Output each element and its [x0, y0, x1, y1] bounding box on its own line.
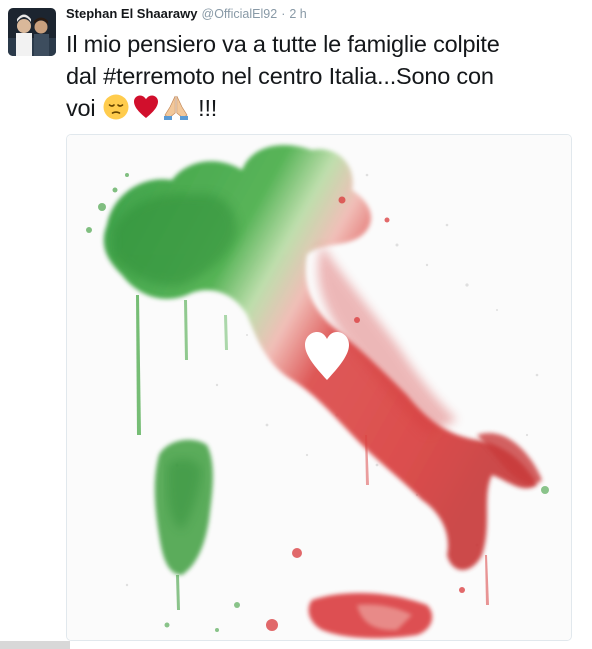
avatar[interactable]: [8, 8, 56, 56]
tweet-text-line3-suffix: !!!: [191, 95, 218, 121]
tweet-card: Stephan El Shaarawy @OfficialEl92 · 2 h …: [0, 0, 592, 649]
author-name[interactable]: Stephan El Shaarawy: [66, 6, 198, 21]
tweet-text-line2-prefix: dal: [66, 63, 104, 89]
pensive-face-emoji: [102, 93, 130, 121]
author-handle[interactable]: @OfficialEl92: [202, 7, 278, 21]
tweet-image[interactable]: [66, 134, 572, 641]
scrollbar-stub: [0, 641, 70, 649]
folded-hands-emoji: [162, 93, 190, 121]
tweet-text-line1: Il mio pensiero va a tutte le famiglie c…: [66, 31, 500, 57]
tweet-text-line3-prefix: voi: [66, 95, 102, 121]
hashtag-link[interactable]: #terremoto: [103, 63, 215, 89]
timestamp[interactable]: 2 h: [289, 7, 306, 21]
red-heart-emoji: [132, 93, 160, 121]
tweet-header: Stephan El Shaarawy @OfficialEl92 · 2 h: [66, 6, 307, 24]
tweet-text-line2-suffix: nel centro Italia...Sono con: [214, 63, 494, 89]
italy-watercolor-map: [67, 135, 571, 640]
tweet-text: Il mio pensiero va a tutte le famiglie c…: [66, 28, 576, 124]
separator-dot: ·: [281, 7, 286, 21]
